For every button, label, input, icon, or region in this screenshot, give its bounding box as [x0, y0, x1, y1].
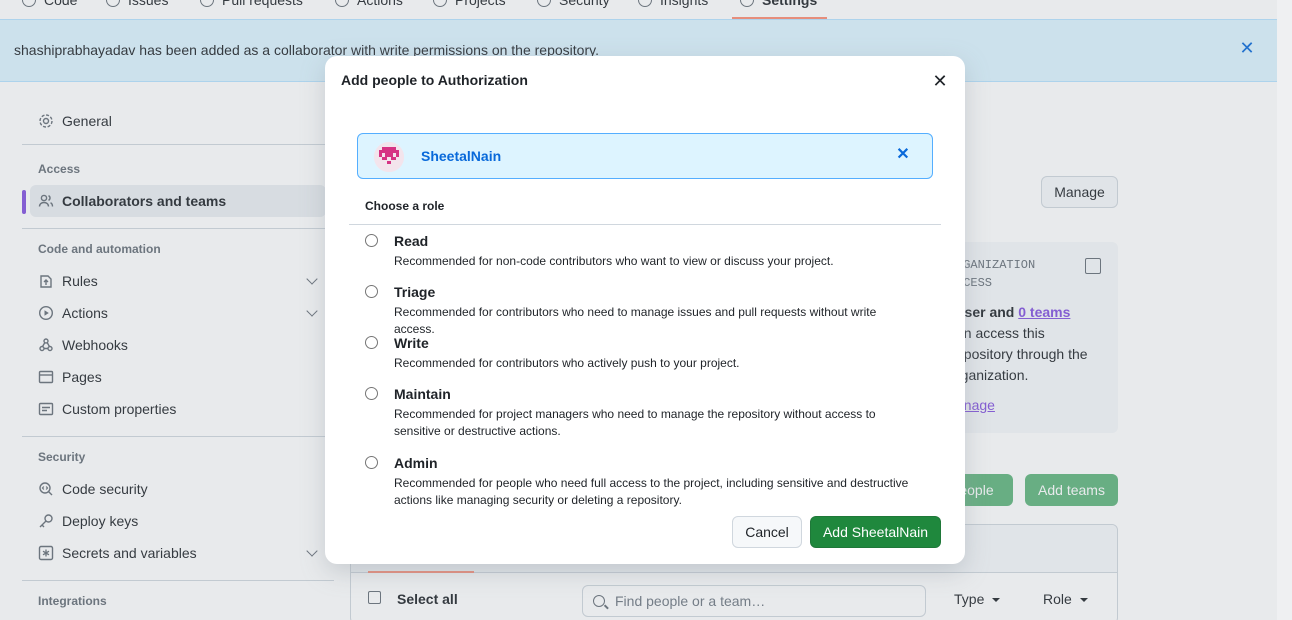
divider: [349, 224, 941, 225]
role-name: Read: [394, 233, 429, 249]
role-desc: Recommended for contributors who activel…: [394, 356, 740, 370]
add-people-dialog: Add people to Authorization ✕ SheetalNai…: [325, 56, 965, 564]
role-name: Maintain: [394, 386, 451, 402]
role-desc: Recommended for contributors who need to…: [394, 305, 877, 336]
role-radio[interactable]: [365, 387, 378, 400]
role-desc: Recommended for non-code contributors wh…: [394, 254, 834, 268]
role-name: Write: [394, 335, 429, 351]
dialog-title: Add people to Authorization: [341, 72, 528, 88]
scrollbar-area: [1277, 0, 1292, 620]
role-name: Triage: [394, 284, 436, 300]
role-radio[interactable]: [365, 336, 378, 349]
selected-user: SheetalNain ✕: [357, 133, 933, 179]
choose-role-heading: Choose a role: [365, 199, 445, 213]
role-desc: Recommended for project managers who nee…: [394, 407, 876, 438]
role-radio[interactable]: [365, 234, 378, 247]
role-radio[interactable]: [365, 285, 378, 298]
role-radio[interactable]: [365, 456, 378, 469]
add-collaborator-button[interactable]: Add SheetalNain: [810, 516, 941, 548]
selected-username: SheetalNain: [421, 148, 502, 164]
role-name: Admin: [394, 455, 438, 471]
avatar: [374, 142, 404, 172]
role-desc: Recommended for people who need full acc…: [394, 476, 909, 507]
cancel-button[interactable]: Cancel: [732, 516, 802, 548]
remove-user-icon[interactable]: ✕: [894, 146, 912, 164]
close-icon[interactable]: ✕: [931, 72, 949, 90]
